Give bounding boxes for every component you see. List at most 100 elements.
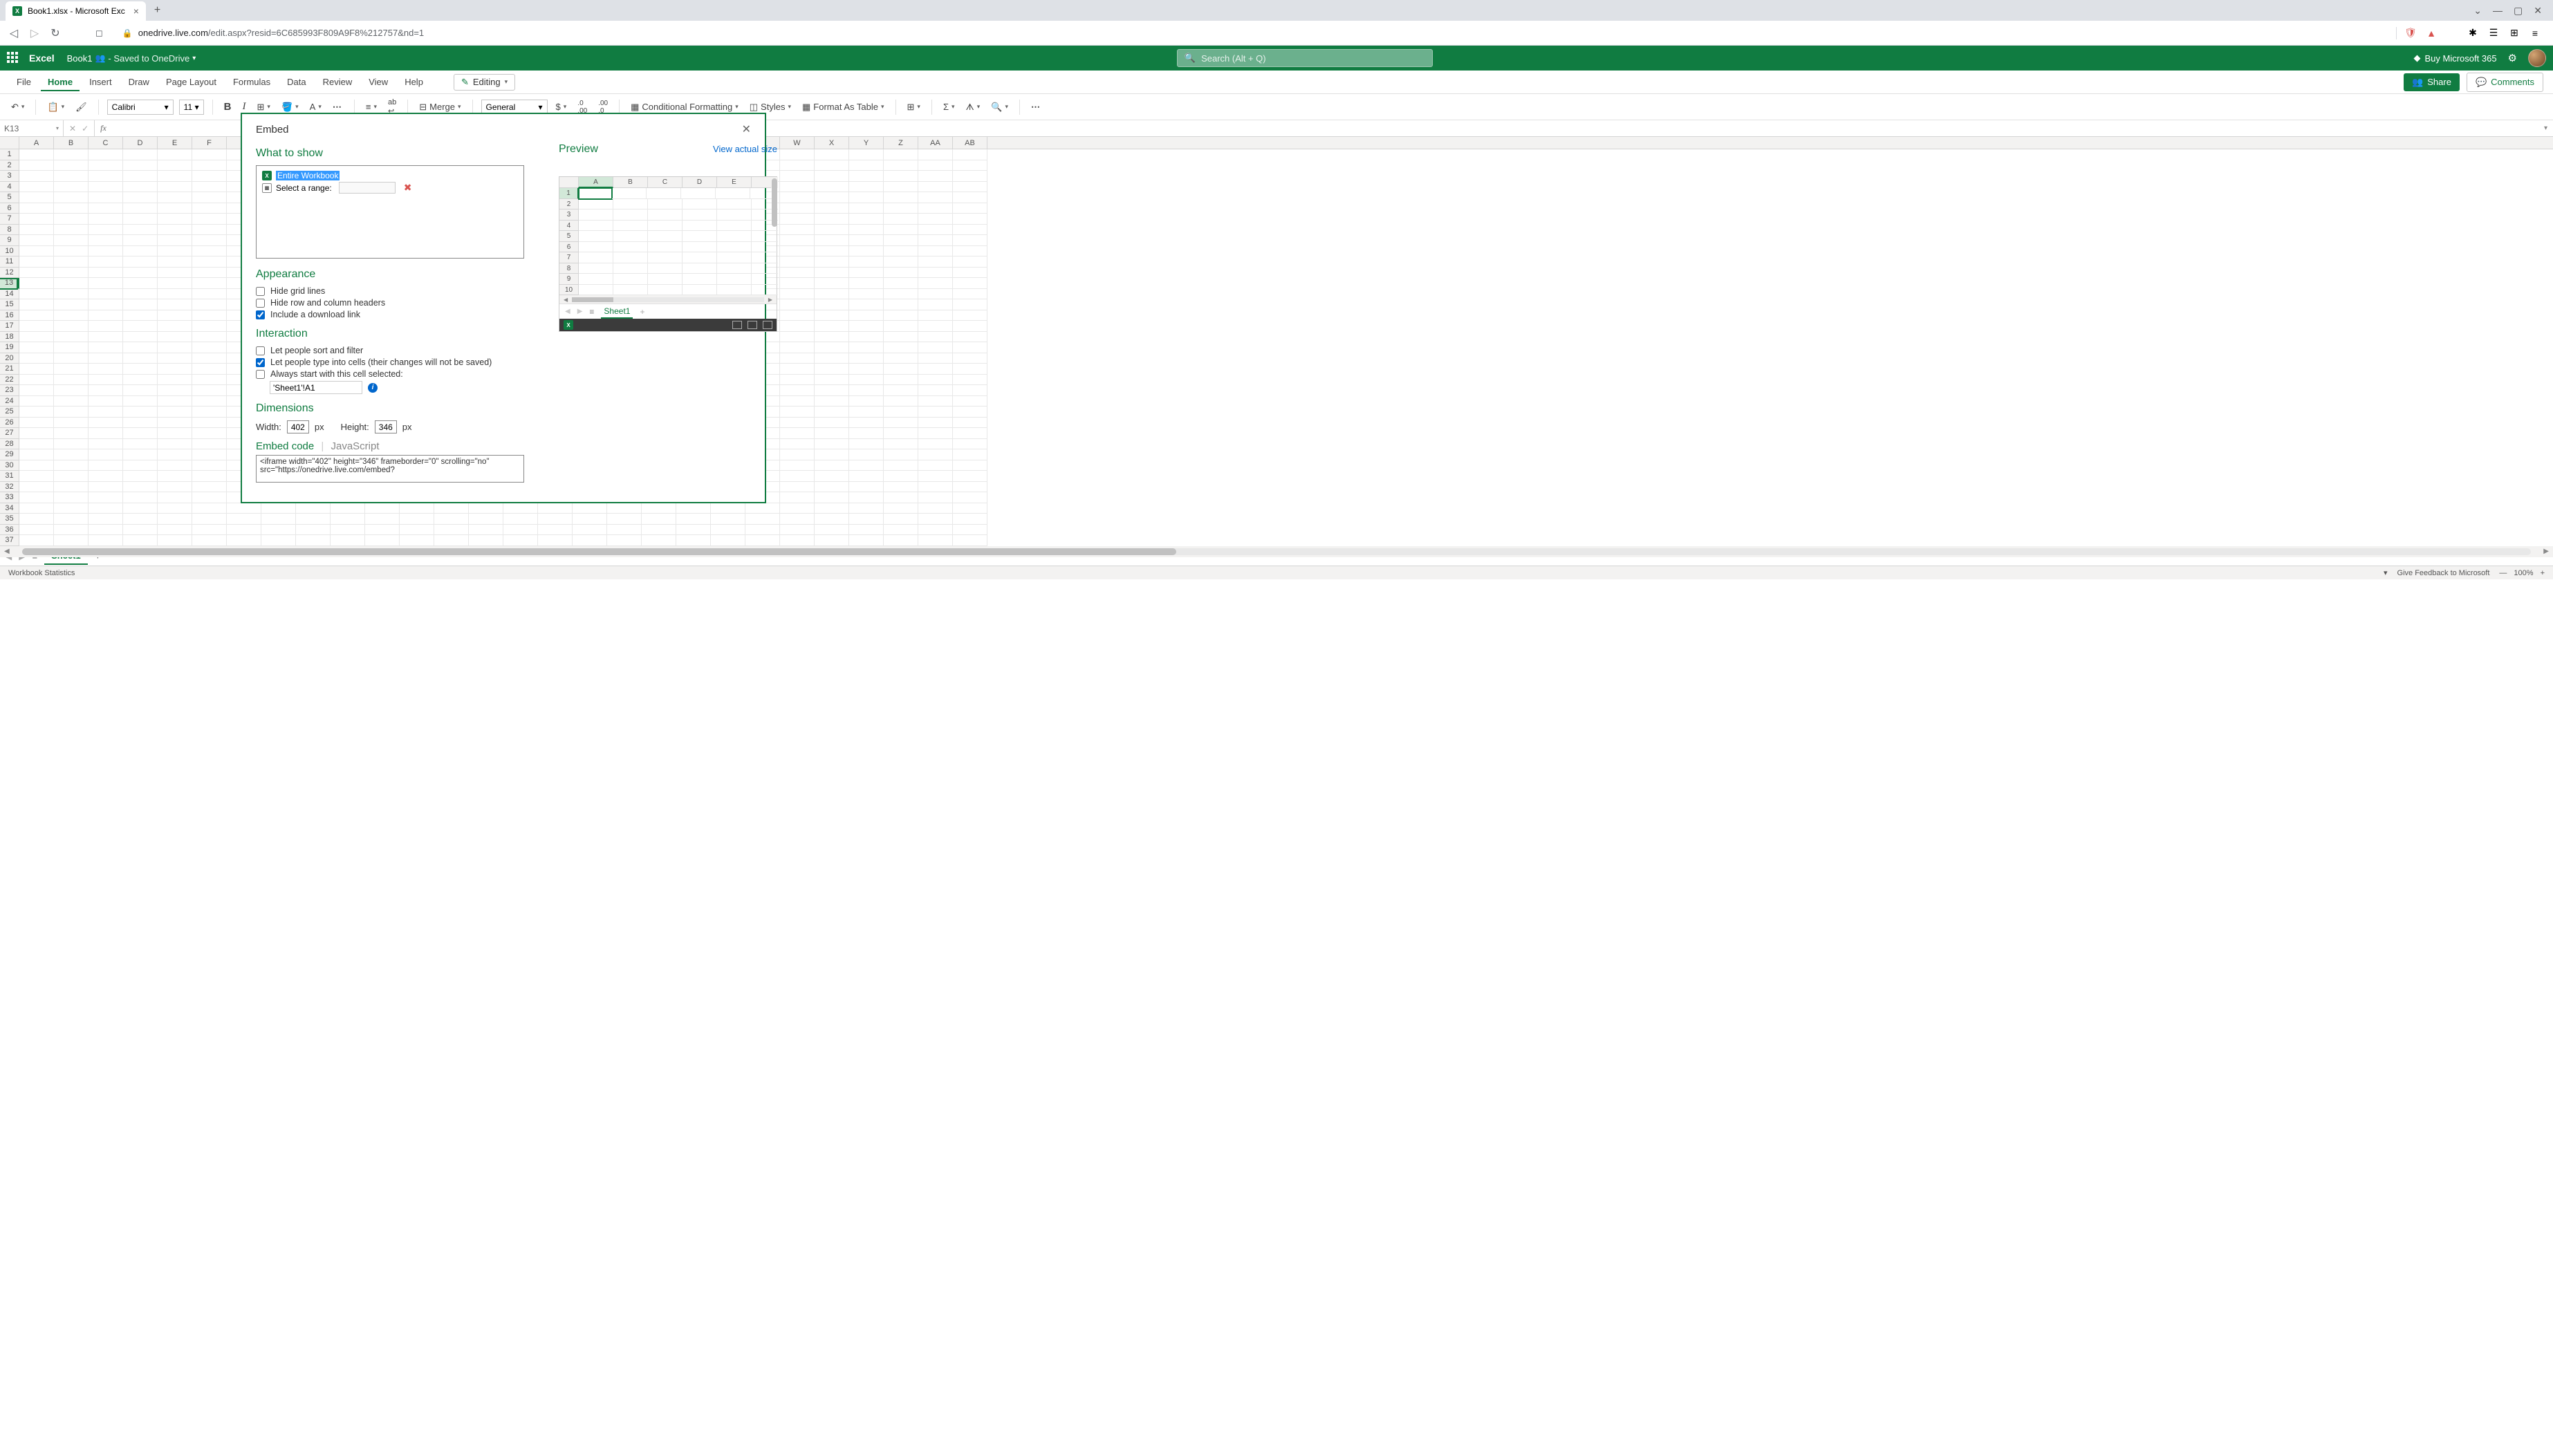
cell[interactable]	[123, 428, 158, 439]
cell[interactable]	[158, 439, 192, 450]
cell[interactable]	[54, 278, 89, 289]
cell[interactable]	[469, 535, 503, 546]
cell[interactable]	[158, 342, 192, 353]
cell[interactable]	[780, 289, 815, 300]
cell[interactable]	[815, 471, 849, 482]
preview-all-sheets[interactable]: ≡	[589, 307, 594, 317]
cell[interactable]	[815, 332, 849, 343]
cell[interactable]	[815, 268, 849, 279]
cell[interactable]	[918, 246, 953, 257]
cell[interactable]	[918, 407, 953, 418]
borders-button[interactable]: ⊞▾	[254, 100, 273, 114]
cell[interactable]	[19, 364, 54, 375]
cell[interactable]	[953, 235, 987, 246]
cell[interactable]	[54, 396, 89, 407]
row-header[interactable]: 25	[0, 407, 19, 418]
cell[interactable]	[261, 503, 296, 514]
cell[interactable]	[745, 535, 780, 546]
cell[interactable]	[849, 299, 884, 310]
row-header[interactable]: 2	[0, 160, 19, 171]
cell[interactable]	[54, 449, 89, 460]
cell[interactable]	[884, 525, 918, 536]
cell[interactable]	[19, 449, 54, 460]
cell[interactable]	[54, 299, 89, 310]
cell[interactable]	[227, 514, 261, 525]
cell[interactable]	[815, 492, 849, 503]
cell[interactable]	[158, 407, 192, 418]
cell[interactable]	[19, 407, 54, 418]
preview-cell[interactable]	[579, 263, 613, 274]
cell[interactable]	[849, 214, 884, 225]
preview-cell[interactable]	[717, 231, 752, 242]
cell[interactable]	[745, 503, 780, 514]
cell[interactable]	[158, 428, 192, 439]
row-header[interactable]: 28	[0, 439, 19, 450]
cell[interactable]	[123, 503, 158, 514]
row-header[interactable]: 29	[0, 449, 19, 460]
cell[interactable]	[918, 225, 953, 236]
autosum-button[interactable]: Σ▾	[940, 100, 958, 113]
cell[interactable]	[89, 428, 123, 439]
tab-formulas[interactable]: Formulas	[226, 73, 277, 91]
cell[interactable]	[192, 428, 227, 439]
format-as-table-button[interactable]: ▦ Format As Table▾	[799, 100, 887, 114]
brave-shields-icon[interactable]: 🛡	[2404, 26, 2417, 40]
cell[interactable]	[158, 171, 192, 182]
cell[interactable]	[503, 503, 538, 514]
cell[interactable]	[158, 268, 192, 279]
column-header[interactable]: Z	[884, 137, 918, 149]
cell[interactable]	[19, 225, 54, 236]
cell[interactable]	[19, 299, 54, 310]
cell[interactable]	[849, 256, 884, 268]
cell[interactable]	[780, 149, 815, 160]
column-header[interactable]: D	[123, 137, 158, 149]
cell[interactable]	[849, 375, 884, 386]
row-header[interactable]: 26	[0, 418, 19, 429]
cell[interactable]	[89, 246, 123, 257]
cell[interactable]	[953, 353, 987, 364]
cell[interactable]	[158, 278, 192, 289]
row-header[interactable]: 5	[0, 192, 19, 203]
cell[interactable]	[884, 364, 918, 375]
cell[interactable]	[780, 439, 815, 450]
cell[interactable]	[89, 310, 123, 321]
cell[interactable]	[607, 503, 642, 514]
cell[interactable]	[192, 203, 227, 214]
cell[interactable]	[780, 321, 815, 332]
cell[interactable]	[123, 353, 158, 364]
cell[interactable]	[158, 235, 192, 246]
cell[interactable]	[815, 439, 849, 450]
cell[interactable]	[573, 514, 607, 525]
cell[interactable]	[123, 268, 158, 279]
cell[interactable]	[780, 192, 815, 203]
preview-cell[interactable]	[648, 209, 683, 221]
cell[interactable]	[953, 525, 987, 536]
preview-row-header[interactable]: 7	[559, 252, 579, 263]
cell[interactable]	[884, 289, 918, 300]
cell[interactable]	[676, 535, 711, 546]
italic-button[interactable]: I	[240, 100, 249, 114]
cell[interactable]	[192, 214, 227, 225]
cell[interactable]	[192, 482, 227, 493]
cell[interactable]	[123, 375, 158, 386]
cell[interactable]	[158, 460, 192, 472]
cell[interactable]	[89, 525, 123, 536]
cell[interactable]	[434, 503, 469, 514]
cell[interactable]	[711, 503, 745, 514]
row-header[interactable]: 9	[0, 235, 19, 246]
cell[interactable]	[123, 225, 158, 236]
cell[interactable]	[89, 353, 123, 364]
cell[interactable]	[192, 256, 227, 268]
cell[interactable]	[19, 525, 54, 536]
cell[interactable]	[780, 299, 815, 310]
cell[interactable]	[918, 310, 953, 321]
cell[interactable]	[849, 364, 884, 375]
cell[interactable]	[918, 192, 953, 203]
row-header[interactable]: 21	[0, 364, 19, 375]
cell[interactable]	[849, 353, 884, 364]
cell[interactable]	[780, 535, 815, 546]
cell[interactable]	[123, 149, 158, 160]
brave-rewards-icon[interactable]: ▲	[2424, 26, 2438, 40]
cell[interactable]	[123, 182, 158, 193]
row-header[interactable]: 12	[0, 268, 19, 279]
